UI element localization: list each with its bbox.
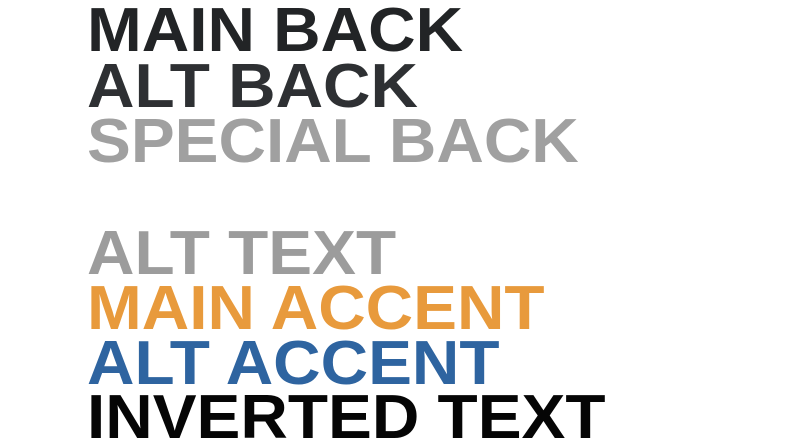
special-back-label: SPECIAL BACK xyxy=(87,107,579,176)
inverted-text-label: INVERTED TEXT xyxy=(87,383,606,447)
color-palette-sheet: MAIN BACK ALT BACK SPECIAL BACK ALT TEXT… xyxy=(0,0,794,447)
main-back-label: MAIN BACK xyxy=(87,0,464,65)
